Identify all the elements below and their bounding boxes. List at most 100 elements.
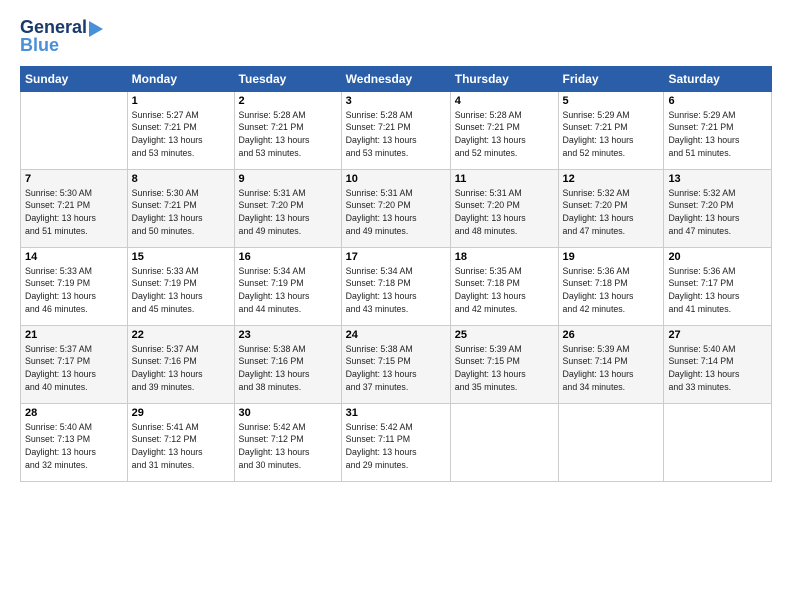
calendar-cell: 10 Sunrise: 5:31 AM Sunset: 7:20 PM Dayli… [341, 169, 450, 247]
day-info: Sunrise: 5:39 AM Sunset: 7:14 PM Dayligh… [563, 343, 660, 394]
day-number: 16 [239, 251, 337, 263]
calendar-cell: 15Sunrise: 5:33 AM Sunset: 7:19 PM Dayli… [127, 247, 234, 325]
column-header-wednesday: Wednesday [341, 66, 450, 91]
day-info: Sunrise: 5:30 AM Sunset: 7:21 PM Dayligh… [132, 187, 230, 238]
day-info: Sunrise: 5:31 AM Sunset: 7:20 PM Dayligh… [455, 187, 554, 238]
day-number: 22 [132, 329, 230, 341]
column-header-saturday: Saturday [664, 66, 772, 91]
day-info: Sunrise: 5:34 AM Sunset: 7:19 PM Dayligh… [239, 265, 337, 316]
calendar-cell: 31 Sunrise: 5:42 AM Sunset: 7:11 PM Dayli… [341, 403, 450, 481]
day-number: 7 [25, 173, 123, 185]
calendar-cell: 27 Sunrise: 5:40 AM Sunset: 7:14 PM Dayli… [664, 325, 772, 403]
calendar-cell: 6Sunrise: 5:29 AM Sunset: 7:21 PM Daylig… [664, 91, 772, 169]
column-header-monday: Monday [127, 66, 234, 91]
calendar-cell [450, 403, 558, 481]
calendar-week-row: 21 Sunrise: 5:37 AM Sunset: 7:17 PM Dayli… [21, 325, 772, 403]
day-info: Sunrise: 5:32 AM Sunset: 7:20 PM Dayligh… [563, 187, 660, 238]
day-number: 9 [239, 173, 337, 185]
calendar-cell [664, 403, 772, 481]
calendar-body: 1Sunrise: 5:27 AM Sunset: 7:21 PM Daylig… [21, 91, 772, 481]
day-info: Sunrise: 5:33 AM Sunset: 7:19 PM Dayligh… [132, 265, 230, 316]
calendar-cell: 28Sunrise: 5:40 AM Sunset: 7:13 PM Dayli… [21, 403, 128, 481]
calendar-cell: 8 Sunrise: 5:30 AM Sunset: 7:21 PM Daylig… [127, 169, 234, 247]
day-number: 31 [346, 407, 446, 419]
day-number: 4 [455, 95, 554, 107]
day-info: Sunrise: 5:38 AM Sunset: 7:15 PM Dayligh… [346, 343, 446, 394]
day-number: 1 [132, 95, 230, 107]
day-info: Sunrise: 5:33 AM Sunset: 7:19 PM Dayligh… [25, 265, 123, 316]
column-header-thursday: Thursday [450, 66, 558, 91]
calendar-cell: 1Sunrise: 5:27 AM Sunset: 7:21 PM Daylig… [127, 91, 234, 169]
day-number: 19 [563, 251, 660, 263]
logo-arrow-icon [89, 21, 103, 37]
calendar-cell: 4 Sunrise: 5:28 AM Sunset: 7:21 PM Daylig… [450, 91, 558, 169]
day-info: Sunrise: 5:28 AM Sunset: 7:21 PM Dayligh… [346, 109, 446, 160]
column-header-tuesday: Tuesday [234, 66, 341, 91]
day-number: 11 [455, 173, 554, 185]
day-number: 18 [455, 251, 554, 263]
calendar-cell: 23Sunrise: 5:38 AM Sunset: 7:16 PM Dayli… [234, 325, 341, 403]
day-info: Sunrise: 5:40 AM Sunset: 7:14 PM Dayligh… [668, 343, 767, 394]
calendar-cell: 16 Sunrise: 5:34 AM Sunset: 7:19 PM Dayli… [234, 247, 341, 325]
calendar-header-row: SundayMondayTuesdayWednesdayThursdayFrid… [21, 66, 772, 91]
calendar-cell: 20 Sunrise: 5:36 AM Sunset: 7:17 PM Dayli… [664, 247, 772, 325]
day-info: Sunrise: 5:28 AM Sunset: 7:21 PM Dayligh… [239, 109, 337, 160]
day-number: 3 [346, 95, 446, 107]
day-number: 21 [25, 329, 123, 341]
page: General Blue SundayMondayTuesdayWednesda… [0, 0, 792, 612]
calendar-cell: 24 Sunrise: 5:38 AM Sunset: 7:15 PM Dayli… [341, 325, 450, 403]
calendar-cell: 7Sunrise: 5:30 AM Sunset: 7:21 PM Daylig… [21, 169, 128, 247]
day-info: Sunrise: 5:42 AM Sunset: 7:11 PM Dayligh… [346, 421, 446, 472]
day-number: 13 [668, 173, 767, 185]
day-number: 29 [132, 407, 230, 419]
logo: General Blue [20, 18, 103, 56]
day-number: 30 [239, 407, 337, 419]
calendar-week-row: 14 Sunrise: 5:33 AM Sunset: 7:19 PM Dayli… [21, 247, 772, 325]
calendar-cell: 9 Sunrise: 5:31 AM Sunset: 7:20 PM Daylig… [234, 169, 341, 247]
calendar-cell [21, 91, 128, 169]
day-info: Sunrise: 5:35 AM Sunset: 7:18 PM Dayligh… [455, 265, 554, 316]
calendar-cell: 22 Sunrise: 5:37 AM Sunset: 7:16 PM Dayli… [127, 325, 234, 403]
day-info: Sunrise: 5:31 AM Sunset: 7:20 PM Dayligh… [239, 187, 337, 238]
calendar-cell: 3 Sunrise: 5:28 AM Sunset: 7:21 PM Daylig… [341, 91, 450, 169]
day-info: Sunrise: 5:36 AM Sunset: 7:18 PM Dayligh… [563, 265, 660, 316]
day-info: Sunrise: 5:38 AM Sunset: 7:16 PM Dayligh… [239, 343, 337, 394]
day-number: 5 [563, 95, 660, 107]
column-header-friday: Friday [558, 66, 664, 91]
calendar-cell: 29 Sunrise: 5:41 AM Sunset: 7:12 PM Dayli… [127, 403, 234, 481]
day-number: 8 [132, 173, 230, 185]
day-info: Sunrise: 5:37 AM Sunset: 7:17 PM Dayligh… [25, 343, 123, 394]
day-info: Sunrise: 5:39 AM Sunset: 7:15 PM Dayligh… [455, 343, 554, 394]
day-info: Sunrise: 5:31 AM Sunset: 7:20 PM Dayligh… [346, 187, 446, 238]
calendar-cell: 17Sunrise: 5:34 AM Sunset: 7:18 PM Dayli… [341, 247, 450, 325]
day-number: 28 [25, 407, 123, 419]
calendar-cell: 26Sunrise: 5:39 AM Sunset: 7:14 PM Dayli… [558, 325, 664, 403]
day-info: Sunrise: 5:28 AM Sunset: 7:21 PM Dayligh… [455, 109, 554, 160]
day-info: Sunrise: 5:29 AM Sunset: 7:21 PM Dayligh… [563, 109, 660, 160]
day-number: 17 [346, 251, 446, 263]
calendar-cell: 13 Sunrise: 5:32 AM Sunset: 7:20 PM Dayli… [664, 169, 772, 247]
calendar-cell: 25 Sunrise: 5:39 AM Sunset: 7:15 PM Dayli… [450, 325, 558, 403]
calendar-cell: 2Sunrise: 5:28 AM Sunset: 7:21 PM Daylig… [234, 91, 341, 169]
calendar-cell: 21 Sunrise: 5:37 AM Sunset: 7:17 PM Dayli… [21, 325, 128, 403]
day-number: 25 [455, 329, 554, 341]
logo-text-blue: Blue [20, 36, 59, 56]
day-number: 6 [668, 95, 767, 107]
day-number: 27 [668, 329, 767, 341]
calendar-cell [558, 403, 664, 481]
day-info: Sunrise: 5:37 AM Sunset: 7:16 PM Dayligh… [132, 343, 230, 394]
day-info: Sunrise: 5:41 AM Sunset: 7:12 PM Dayligh… [132, 421, 230, 472]
calendar-cell: 30 Sunrise: 5:42 AM Sunset: 7:12 PM Dayli… [234, 403, 341, 481]
day-info: Sunrise: 5:42 AM Sunset: 7:12 PM Dayligh… [239, 421, 337, 472]
day-info: Sunrise: 5:36 AM Sunset: 7:17 PM Dayligh… [668, 265, 767, 316]
day-number: 14 [25, 251, 123, 263]
day-number: 20 [668, 251, 767, 263]
column-header-sunday: Sunday [21, 66, 128, 91]
calendar-cell: 11 Sunrise: 5:31 AM Sunset: 7:20 PM Dayli… [450, 169, 558, 247]
calendar-week-row: 28Sunrise: 5:40 AM Sunset: 7:13 PM Dayli… [21, 403, 772, 481]
day-number: 24 [346, 329, 446, 341]
calendar-cell: 14 Sunrise: 5:33 AM Sunset: 7:19 PM Dayli… [21, 247, 128, 325]
calendar-week-row: 1Sunrise: 5:27 AM Sunset: 7:21 PM Daylig… [21, 91, 772, 169]
day-info: Sunrise: 5:32 AM Sunset: 7:20 PM Dayligh… [668, 187, 767, 238]
day-number: 10 [346, 173, 446, 185]
